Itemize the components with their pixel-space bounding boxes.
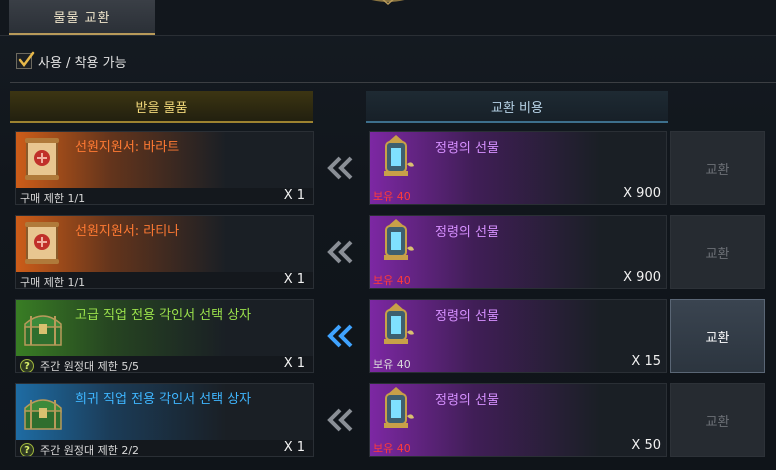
purchase-limit: 구매 제한 1/1 — [20, 190, 86, 205]
reward-item-card[interactable]: 희귀 직업 전용 각인서 선택 상자 ? 주간 원정대 제한 2/2 X 1 — [15, 383, 314, 457]
owned-count: 보유 40 — [373, 190, 411, 203]
cost-item-card[interactable]: 정령의 선물 보유 40 X 900 — [369, 215, 667, 289]
ornament-icon — [371, 0, 405, 5]
scroll-icon — [25, 138, 59, 180]
cost-item-card[interactable]: 정령의 선물 보유 40 X 15 — [369, 299, 667, 373]
cost-item-name: 정령의 선물 — [435, 141, 499, 156]
exchange-button[interactable]: 교환 — [670, 131, 765, 205]
owned-count: 보유 40 — [373, 274, 411, 287]
purchase-limit: 구매 제한 1/1 — [20, 274, 86, 289]
cost-item-name: 정령의 선물 — [435, 309, 499, 324]
reward-item-name: 고급 직업 전용 각인서 선택 상자 — [75, 308, 252, 323]
checkmark-icon — [18, 51, 35, 68]
trade-row: 고급 직업 전용 각인서 선택 상자 ? 주간 원정대 제한 5/5 X 1 정… — [0, 299, 776, 377]
cost-quantity: X 900 — [623, 270, 661, 285]
cost-item-card[interactable]: 정령의 선물 보유 40 X 900 — [369, 131, 667, 205]
reward-quantity: X 1 — [283, 356, 305, 371]
reward-item-card[interactable]: 선원지원서: 바라트 구매 제한 1/1 X 1 — [15, 131, 314, 205]
reward-item-card[interactable]: 고급 직업 전용 각인서 선택 상자 ? 주간 원정대 제한 5/5 X 1 — [15, 299, 314, 373]
weekly-limit-text: 주간 원정대 제한 2/2 — [40, 444, 140, 457]
double-chevron-left-icon — [327, 324, 353, 348]
help-icon[interactable]: ? — [20, 359, 34, 372]
reward-item-name: 희귀 직업 전용 각인서 선택 상자 — [75, 392, 252, 407]
exchange-button[interactable]: 교환 — [670, 383, 765, 457]
trade-row: 희귀 직업 전용 각인서 선택 상자 ? 주간 원정대 제한 2/2 X 1 정… — [0, 383, 776, 461]
purchase-limit-text: 구매 제한 1/1 — [20, 192, 86, 205]
lantern-icon — [384, 135, 414, 176]
help-icon[interactable]: ? — [20, 443, 34, 456]
usable-checkbox[interactable] — [16, 51, 35, 69]
reward-quantity: X 1 — [283, 188, 305, 203]
double-chevron-left-icon — [327, 408, 353, 432]
cost-quantity: X 900 — [623, 186, 661, 201]
cost-quantity: X 15 — [631, 354, 661, 369]
divider — [10, 82, 776, 83]
reward-item-name: 선원지원서: 라티나 — [75, 224, 180, 239]
chest-icon — [24, 315, 62, 346]
reward-item-name: 선원지원서: 바라트 — [75, 140, 180, 155]
cost-quantity: X 50 — [631, 438, 661, 453]
scroll-icon — [25, 222, 59, 264]
owned-count: 보유 40 — [373, 442, 411, 455]
weekly-limit: ? 주간 원정대 제한 2/2 — [20, 442, 140, 457]
weekly-limit: ? 주간 원정대 제한 5/5 — [20, 358, 140, 373]
reward-quantity: X 1 — [283, 440, 305, 455]
chest-icon — [24, 399, 62, 430]
tab-barter[interactable]: 물물 교환 — [9, 0, 155, 35]
lantern-icon — [384, 303, 414, 344]
trade-window: 물물 교환 사용 / 착용 가능 받을 물품 교환 비용 선원지원서: 바라트 … — [0, 0, 776, 470]
lantern-icon — [384, 219, 414, 260]
double-chevron-left-icon — [327, 240, 353, 264]
reward-quantity: X 1 — [283, 272, 305, 287]
cost-item-name: 정령의 선물 — [435, 393, 499, 408]
cost-item-name: 정령의 선물 — [435, 225, 499, 240]
weekly-limit-text: 주간 원정대 제한 5/5 — [40, 360, 140, 373]
trade-row: 선원지원서: 라티나 구매 제한 1/1 X 1 정령의 선물 보유 40 X … — [0, 215, 776, 293]
tab-bar: 물물 교환 — [0, 0, 776, 36]
cost-item-card[interactable]: 정령의 선물 보유 40 X 50 — [369, 383, 667, 457]
reward-item-card[interactable]: 선원지원서: 라티나 구매 제한 1/1 X 1 — [15, 215, 314, 289]
purchase-limit-text: 구매 제한 1/1 — [20, 276, 86, 289]
trade-row: 선원지원서: 바라트 구매 제한 1/1 X 1 정령의 선물 보유 40 X … — [0, 131, 776, 209]
owned-count: 보유 40 — [373, 358, 411, 371]
usable-filter-label: 사용 / 착용 가능 — [38, 55, 127, 71]
exchange-button[interactable]: 교환 — [670, 215, 765, 289]
receive-column-header: 받을 물품 — [10, 91, 313, 123]
exchange-button[interactable]: 교환 — [670, 299, 765, 373]
double-chevron-left-icon — [327, 156, 353, 180]
lantern-icon — [384, 387, 414, 428]
cost-column-header: 교환 비용 — [366, 91, 668, 123]
usable-filter[interactable]: 사용 / 착용 가능 — [16, 51, 127, 71]
